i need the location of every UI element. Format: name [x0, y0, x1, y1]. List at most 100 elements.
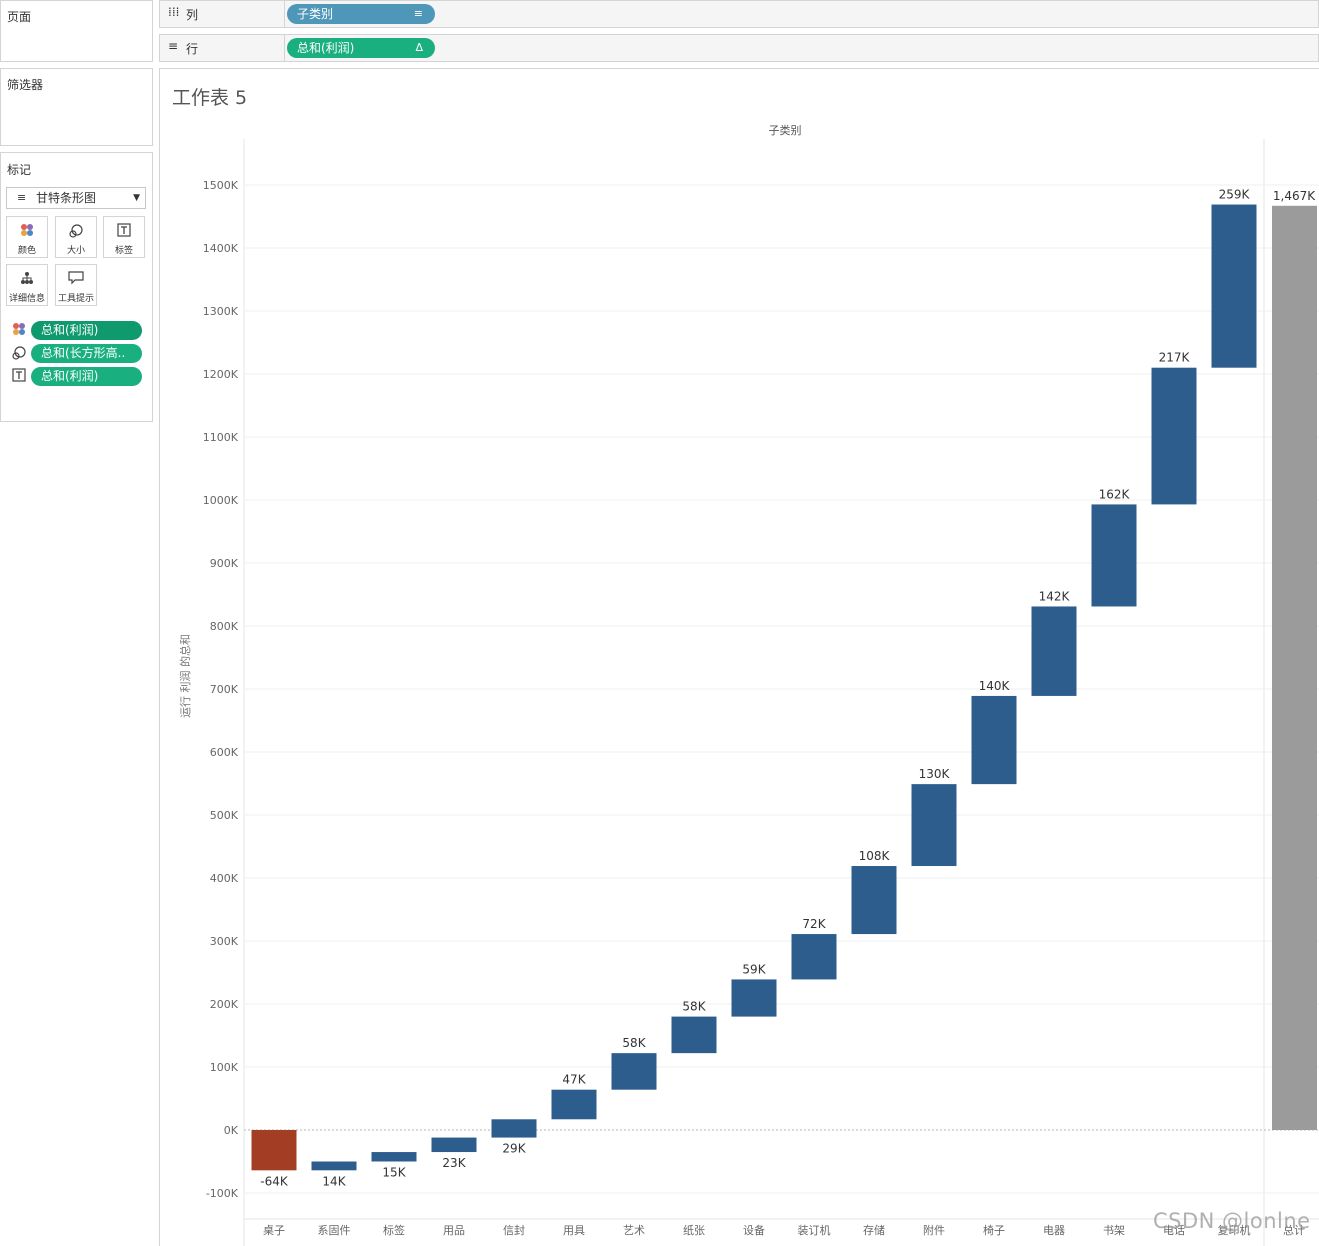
- sort-icon: ≡: [413, 7, 423, 20]
- size-field-pill[interactable]: 总和(长方形高..: [31, 344, 142, 363]
- color-icon: [11, 322, 27, 338]
- gridlines: [243, 139, 1319, 1246]
- label-icon: [104, 223, 144, 241]
- bar-value-label: 130K: [919, 767, 951, 781]
- bar-value-label: -64K: [260, 1174, 289, 1188]
- label-button[interactable]: 标签: [103, 216, 145, 258]
- label-field-pill[interactable]: 总和(利润): [31, 367, 142, 386]
- worksheet-view[interactable]: 工作表 5 子类别 运行 利润 的总和 -100K 0K 100K 200K 300K 4…: [159, 68, 1319, 1246]
- rows-label: 行: [186, 42, 199, 56]
- y-tick-label: 700K: [210, 683, 239, 696]
- detail-icon: [7, 271, 47, 289]
- y-tick-label: 900K: [210, 557, 239, 570]
- x-axis-labels: 桌子 系固件 标签 用品 信封 用具 艺术 纸张 设备 装订机 存储 附件 椅子 电器 书架 电话 复印机 总计: [263, 1223, 1305, 1237]
- bar: [371, 1152, 417, 1162]
- bar-value-label: 142K: [1039, 589, 1071, 603]
- y-tick-label: -100K: [206, 1187, 239, 1200]
- x-category-label: 艺术: [623, 1224, 645, 1237]
- bar-value-label: 58K: [682, 1000, 706, 1014]
- y-axis-title: 运行 利润 的总和: [178, 634, 192, 718]
- detail-button[interactable]: 详细信息: [6, 264, 48, 306]
- columns-pill[interactable]: 子类别 ≡: [287, 4, 435, 24]
- y-tick-label: 0K: [224, 1124, 239, 1137]
- bar: [431, 1137, 477, 1153]
- label-icon: [11, 368, 27, 384]
- tooltip-button-label: 工具提示: [57, 294, 94, 304]
- color-button[interactable]: 颜色: [6, 216, 48, 258]
- bar: [791, 934, 837, 980]
- size-button-label: 大小: [66, 246, 85, 256]
- pages-card[interactable]: 页面: [0, 0, 153, 62]
- bar: [1031, 606, 1077, 696]
- bar-value-label: 47K: [562, 1073, 586, 1087]
- y-tick-label: 300K: [210, 935, 239, 948]
- bar-value-label: 23K: [442, 1156, 466, 1170]
- bar: [971, 695, 1017, 785]
- bar-value-label: 162K: [1099, 487, 1131, 501]
- rows-icon: ≡: [168, 39, 179, 53]
- color-field-pill[interactable]: 总和(利润): [31, 321, 142, 340]
- bar-value-label: 59K: [742, 962, 766, 976]
- bar: [551, 1089, 597, 1120]
- size-icon: [11, 345, 27, 361]
- bar-value-label: 140K: [979, 679, 1011, 693]
- bar: [671, 1016, 717, 1054]
- tooltip-icon: [56, 271, 96, 289]
- y-tick-label: 1500K: [203, 179, 239, 192]
- bars-layer: -64K 14K 15K 23K 29K 47K 58K 58K 59K 72K 108K 130K 1…: [251, 188, 1317, 1188]
- filters-card[interactable]: 筛选器: [0, 68, 153, 146]
- y-tick-label: 1300K: [203, 305, 239, 318]
- x-category-label: 用具: [563, 1224, 585, 1237]
- columns-pill-label: 子类别: [297, 7, 334, 21]
- gantt-icon: ≡: [17, 191, 27, 204]
- mark-type-dropdown[interactable]: ≡ 甘特条形图 ▼: [6, 187, 146, 209]
- x-category-label: 系固件: [318, 1224, 351, 1237]
- tooltip-button[interactable]: 工具提示: [55, 264, 97, 306]
- bar-value-label: 108K: [859, 849, 891, 863]
- columns-shelf[interactable]: ⁞⁞⁞ 列 子类别 ≡: [159, 0, 1319, 28]
- color-button-label: 颜色: [17, 246, 36, 256]
- x-category-label: 存储: [863, 1223, 885, 1237]
- rows-shelf-label: ≡ 行: [160, 35, 285, 61]
- bar-value-label: 259K: [1219, 188, 1251, 202]
- rows-pill-label: 总和(利润): [297, 41, 355, 55]
- filters-title: 筛选器: [7, 78, 44, 92]
- color-icon: [7, 223, 47, 241]
- total-bar: [1272, 205, 1317, 1131]
- x-category-label: 纸张: [683, 1224, 705, 1237]
- x-category-label: 电器: [1043, 1224, 1065, 1237]
- chevron-down-icon: ▼: [133, 193, 140, 203]
- x-category-label: 椅子: [983, 1223, 1005, 1237]
- y-tick-label: 400K: [210, 872, 239, 885]
- bar: [1091, 504, 1137, 607]
- bar-value-label: 58K: [622, 1036, 646, 1050]
- detail-button-label: 详细信息: [8, 294, 45, 304]
- y-tick-label: 1200K: [203, 368, 239, 381]
- bar: [491, 1119, 537, 1138]
- size-button[interactable]: 大小: [55, 216, 97, 258]
- bar: [731, 979, 777, 1017]
- x-category-label: 标签: [383, 1223, 405, 1237]
- rows-shelf[interactable]: ≡ 行 总和(利润) Δ: [159, 34, 1319, 62]
- total-value-label: 1,467K: [1273, 189, 1316, 203]
- watermark: CSDN @lonlne: [1153, 1209, 1311, 1233]
- bar: [1211, 204, 1257, 368]
- bar-value-label: 72K: [802, 917, 826, 931]
- columns-shelf-label: ⁞⁞⁞ 列: [160, 1, 285, 27]
- y-tick-label: 500K: [210, 809, 239, 822]
- bar-value-label: 217K: [1159, 351, 1191, 365]
- rows-pill[interactable]: 总和(利润) Δ: [287, 38, 435, 58]
- bar: [851, 866, 897, 935]
- columns-icon: ⁞⁞⁞: [168, 5, 180, 19]
- x-category-label: 设备: [743, 1223, 765, 1237]
- y-tick-label: 600K: [210, 746, 239, 759]
- label-button-label: 标签: [114, 246, 133, 256]
- bar-value-label: 29K: [502, 1142, 526, 1156]
- bar: [251, 1130, 297, 1171]
- waterfall-chart[interactable]: 子类别 运行 利润 的总和 -100K 0K 100K 200K 300K 400K 500…: [160, 69, 1319, 1246]
- x-category-label: 桌子: [263, 1224, 285, 1237]
- y-tick-label: 800K: [210, 620, 239, 633]
- y-tick-label: 1100K: [203, 431, 239, 444]
- x-category-label: 书架: [1103, 1224, 1125, 1237]
- y-tick-label: 1400K: [203, 242, 239, 255]
